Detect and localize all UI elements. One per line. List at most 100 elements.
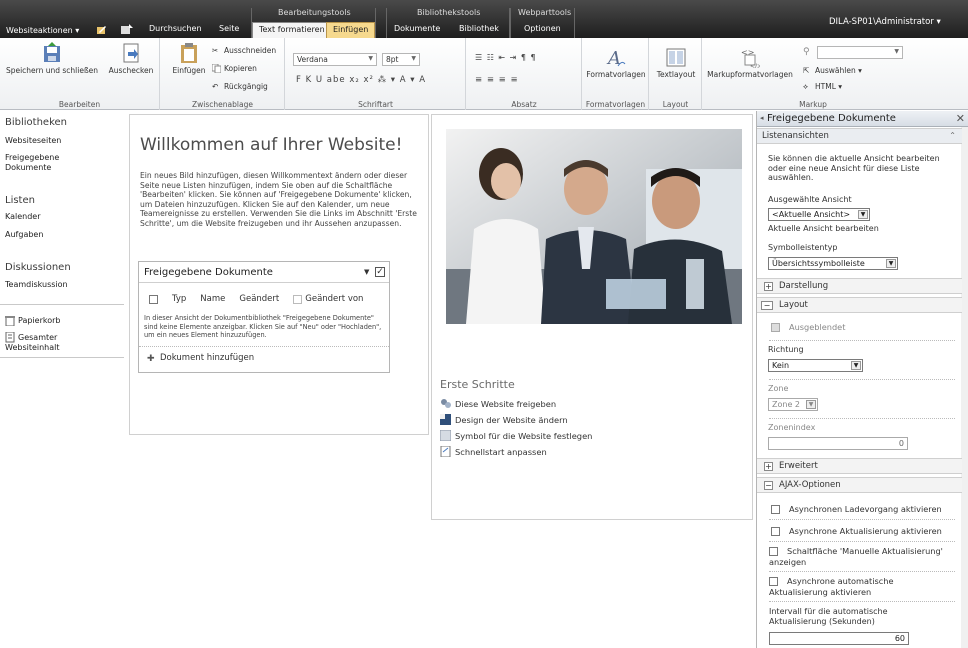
nav-item-shared-documents[interactable]: Freigegebene Dokumente xyxy=(5,153,85,173)
copy-button[interactable]: Kopieren xyxy=(211,63,257,74)
tab-library[interactable]: Bibliothek xyxy=(453,22,505,38)
format-buttons[interactable]: F K U abe x₂ x² ⁂ ▾ A ▾ A xyxy=(296,75,426,85)
section-list-views[interactable]: Listenansichten ⌃ xyxy=(757,128,962,144)
checkout-label: Auschecken xyxy=(108,66,154,75)
direction-label: Richtung xyxy=(768,345,804,354)
nav-item-calendar[interactable]: Kalender xyxy=(5,212,41,222)
webpart-menu-icon[interactable]: ▼ xyxy=(364,268,369,276)
add-document-link[interactable]: Dokument hinzufügen xyxy=(160,353,254,363)
nav-item-tasks[interactable]: Aufgaben xyxy=(5,230,43,240)
collapse-icon[interactable]: − xyxy=(764,481,773,490)
site-actions-menu[interactable]: Websiteaktionen ▾ xyxy=(6,26,79,35)
markup-language-select[interactable]: ▼ xyxy=(817,46,903,59)
section-ajax-options[interactable]: − AJAX-Optionen xyxy=(757,477,962,493)
nav-heading-lists[interactable]: Listen xyxy=(5,195,35,206)
section-advanced[interactable]: + Erweitert xyxy=(757,458,962,474)
option-label: Asynchrone Aktualisierung aktivieren xyxy=(789,526,942,536)
group-label-paragraph: Absatz xyxy=(511,100,537,109)
step-label: Design der Website ändern xyxy=(455,414,568,425)
nav-heading-discussions[interactable]: Diskussionen xyxy=(5,262,71,273)
html-button[interactable]: ⟡ HTML ▾ xyxy=(803,82,842,91)
font-family-select[interactable]: Verdana ▼ xyxy=(293,53,377,66)
paragraph-align-buttons[interactable]: ≡ ≡ ≡ ≡ xyxy=(475,75,519,85)
select-button[interactable]: ⇱ Auswählen ▾ xyxy=(803,66,862,75)
col-header-type[interactable]: Typ xyxy=(172,294,186,304)
close-icon[interactable]: ✕ xyxy=(956,112,965,125)
font-size-select[interactable]: 8pt ▼ xyxy=(382,53,420,66)
nav-item-all-site-content[interactable]: Gesamter Websiteinhalt xyxy=(5,333,105,353)
expand-icon[interactable]: + xyxy=(764,462,773,471)
checkout-button[interactable]: Auschecken xyxy=(103,42,159,75)
ajax-auto-refresh-checkbox[interactable] xyxy=(769,577,778,586)
nav-item-recycle-bin[interactable]: Papierkorb xyxy=(18,316,61,326)
undo-icon: ↶ xyxy=(212,82,219,91)
navigate-up-icon[interactable] xyxy=(121,24,133,35)
webpart-select-checkbox[interactable]: ✓ xyxy=(375,267,385,277)
select-all-checkbox[interactable] xyxy=(149,294,158,304)
collapse-icon[interactable]: − xyxy=(761,301,773,310)
collapse-arrow-icon[interactable]: ◂ xyxy=(760,114,764,122)
zone-index-input[interactable]: 0 xyxy=(768,437,908,450)
interval-input[interactable]: 60 xyxy=(769,632,909,645)
ctx-label-webpart: Webparttools xyxy=(518,8,572,17)
chevron-down-icon: ▼ xyxy=(894,48,899,55)
tab-insert[interactable]: Einfügen xyxy=(326,22,376,38)
undo-button[interactable]: ↶ Rückgängig xyxy=(212,82,268,91)
selected-view-label: Ausgewählte Ansicht xyxy=(768,195,852,204)
direction-select[interactable]: Kein ▼ xyxy=(768,359,863,372)
col-header-modified-by[interactable]: Geändert von xyxy=(305,294,363,304)
edit-current-view-link[interactable]: Aktuelle Ansicht bearbeiten xyxy=(768,224,879,234)
step-set-icon[interactable]: Symbol für die Website festlegen xyxy=(439,429,593,442)
tool-pane-scrollbar[interactable] xyxy=(961,127,968,648)
collapse-up-icon[interactable]: ⌃ xyxy=(949,131,956,140)
step-share-site[interactable]: Diese Website freigeben xyxy=(440,398,556,409)
zone-select[interactable]: Zone 2 ▼ xyxy=(768,398,818,411)
shared-documents-webpart: Freigegebene Dokumente ▼ ✓ Typ Name Geän… xyxy=(138,261,390,373)
hidden-checkbox[interactable] xyxy=(771,323,780,332)
toolbar-type-value: Übersichtssymbolleiste xyxy=(772,259,865,268)
markup-styles-button[interactable]: <> </> Markupformatvorlagen xyxy=(705,46,795,79)
col-header-modified[interactable]: Geändert xyxy=(239,294,279,304)
styles-button[interactable]: A Formatvorlagen xyxy=(585,46,647,79)
expand-icon[interactable]: + xyxy=(764,282,773,291)
modified-by-checkbox[interactable] xyxy=(293,294,303,304)
nav-heading-libraries[interactable]: Bibliotheken xyxy=(5,117,67,128)
dotted-separator xyxy=(769,418,955,419)
tab-browse[interactable]: Durchsuchen xyxy=(143,22,208,38)
section-layout[interactable]: − Layout xyxy=(757,297,962,313)
col-header-name[interactable]: Name xyxy=(200,294,225,304)
ajax-async-load-checkbox[interactable] xyxy=(771,505,780,514)
save-close-button[interactable]: Speichern und schließen xyxy=(4,42,100,75)
cut-button[interactable]: ✂ Ausschneiden xyxy=(212,46,276,55)
list-views-description: Sie können die aktuelle Ansicht bearbeit… xyxy=(768,154,940,182)
nav-item-site-pages[interactable]: Websiteseiten xyxy=(5,136,61,146)
webpart-title[interactable]: Freigegebene Dokumente xyxy=(144,267,273,278)
nav-item-team-discussion[interactable]: Teamdiskussion xyxy=(5,280,68,290)
toolbar-type-select[interactable]: Übersichtssymbolleiste ▼ xyxy=(768,257,898,270)
step-customize-quick-launch[interactable]: Schnellstart anpassen xyxy=(440,445,547,458)
markup-styles-label: Markupformatvorlagen xyxy=(707,70,793,79)
selected-view-select[interactable]: <Aktuelle Ansicht> ▼ xyxy=(768,208,870,221)
edit-page-icon[interactable] xyxy=(96,24,107,35)
user-menu[interactable]: DILA-SP01\Administrator ▾ xyxy=(829,17,941,27)
ajax-manual-refresh-checkbox[interactable] xyxy=(769,547,778,556)
tab-options[interactable]: Optionen xyxy=(518,22,567,38)
tab-format-text[interactable]: Text formatieren xyxy=(252,22,332,38)
selected-view-value: <Aktuelle Ansicht> xyxy=(772,210,851,219)
section-appearance[interactable]: + Darstellung xyxy=(757,278,962,294)
webpart-divider xyxy=(139,346,389,347)
dotted-separator xyxy=(769,571,955,572)
tab-documents[interactable]: Dokumente xyxy=(388,22,446,38)
tab-page[interactable]: Seite xyxy=(213,22,245,38)
text-layout-button[interactable]: Textlayout xyxy=(652,46,700,79)
paste-button[interactable]: Einfügen xyxy=(169,42,209,75)
paragraph-list-buttons[interactable]: ☰ ☷ ⇤ ⇥ ¶ ¶ xyxy=(475,53,537,62)
section-label: Listenansichten xyxy=(762,131,829,141)
html-icon: ⟡ xyxy=(803,82,808,91)
option-label: Schaltfläche 'Manuelle Aktualisierung' a… xyxy=(769,546,943,567)
tool-pane: ◂ Freigegebene Dokumente ✕ Listenansicht… xyxy=(756,111,968,648)
group-label-font: Schriftart xyxy=(358,100,393,109)
ajax-async-update-checkbox[interactable] xyxy=(771,527,780,536)
step-label: Symbol für die Website festlegen xyxy=(455,430,593,441)
step-change-theme[interactable]: Design der Website ändern xyxy=(440,414,568,425)
